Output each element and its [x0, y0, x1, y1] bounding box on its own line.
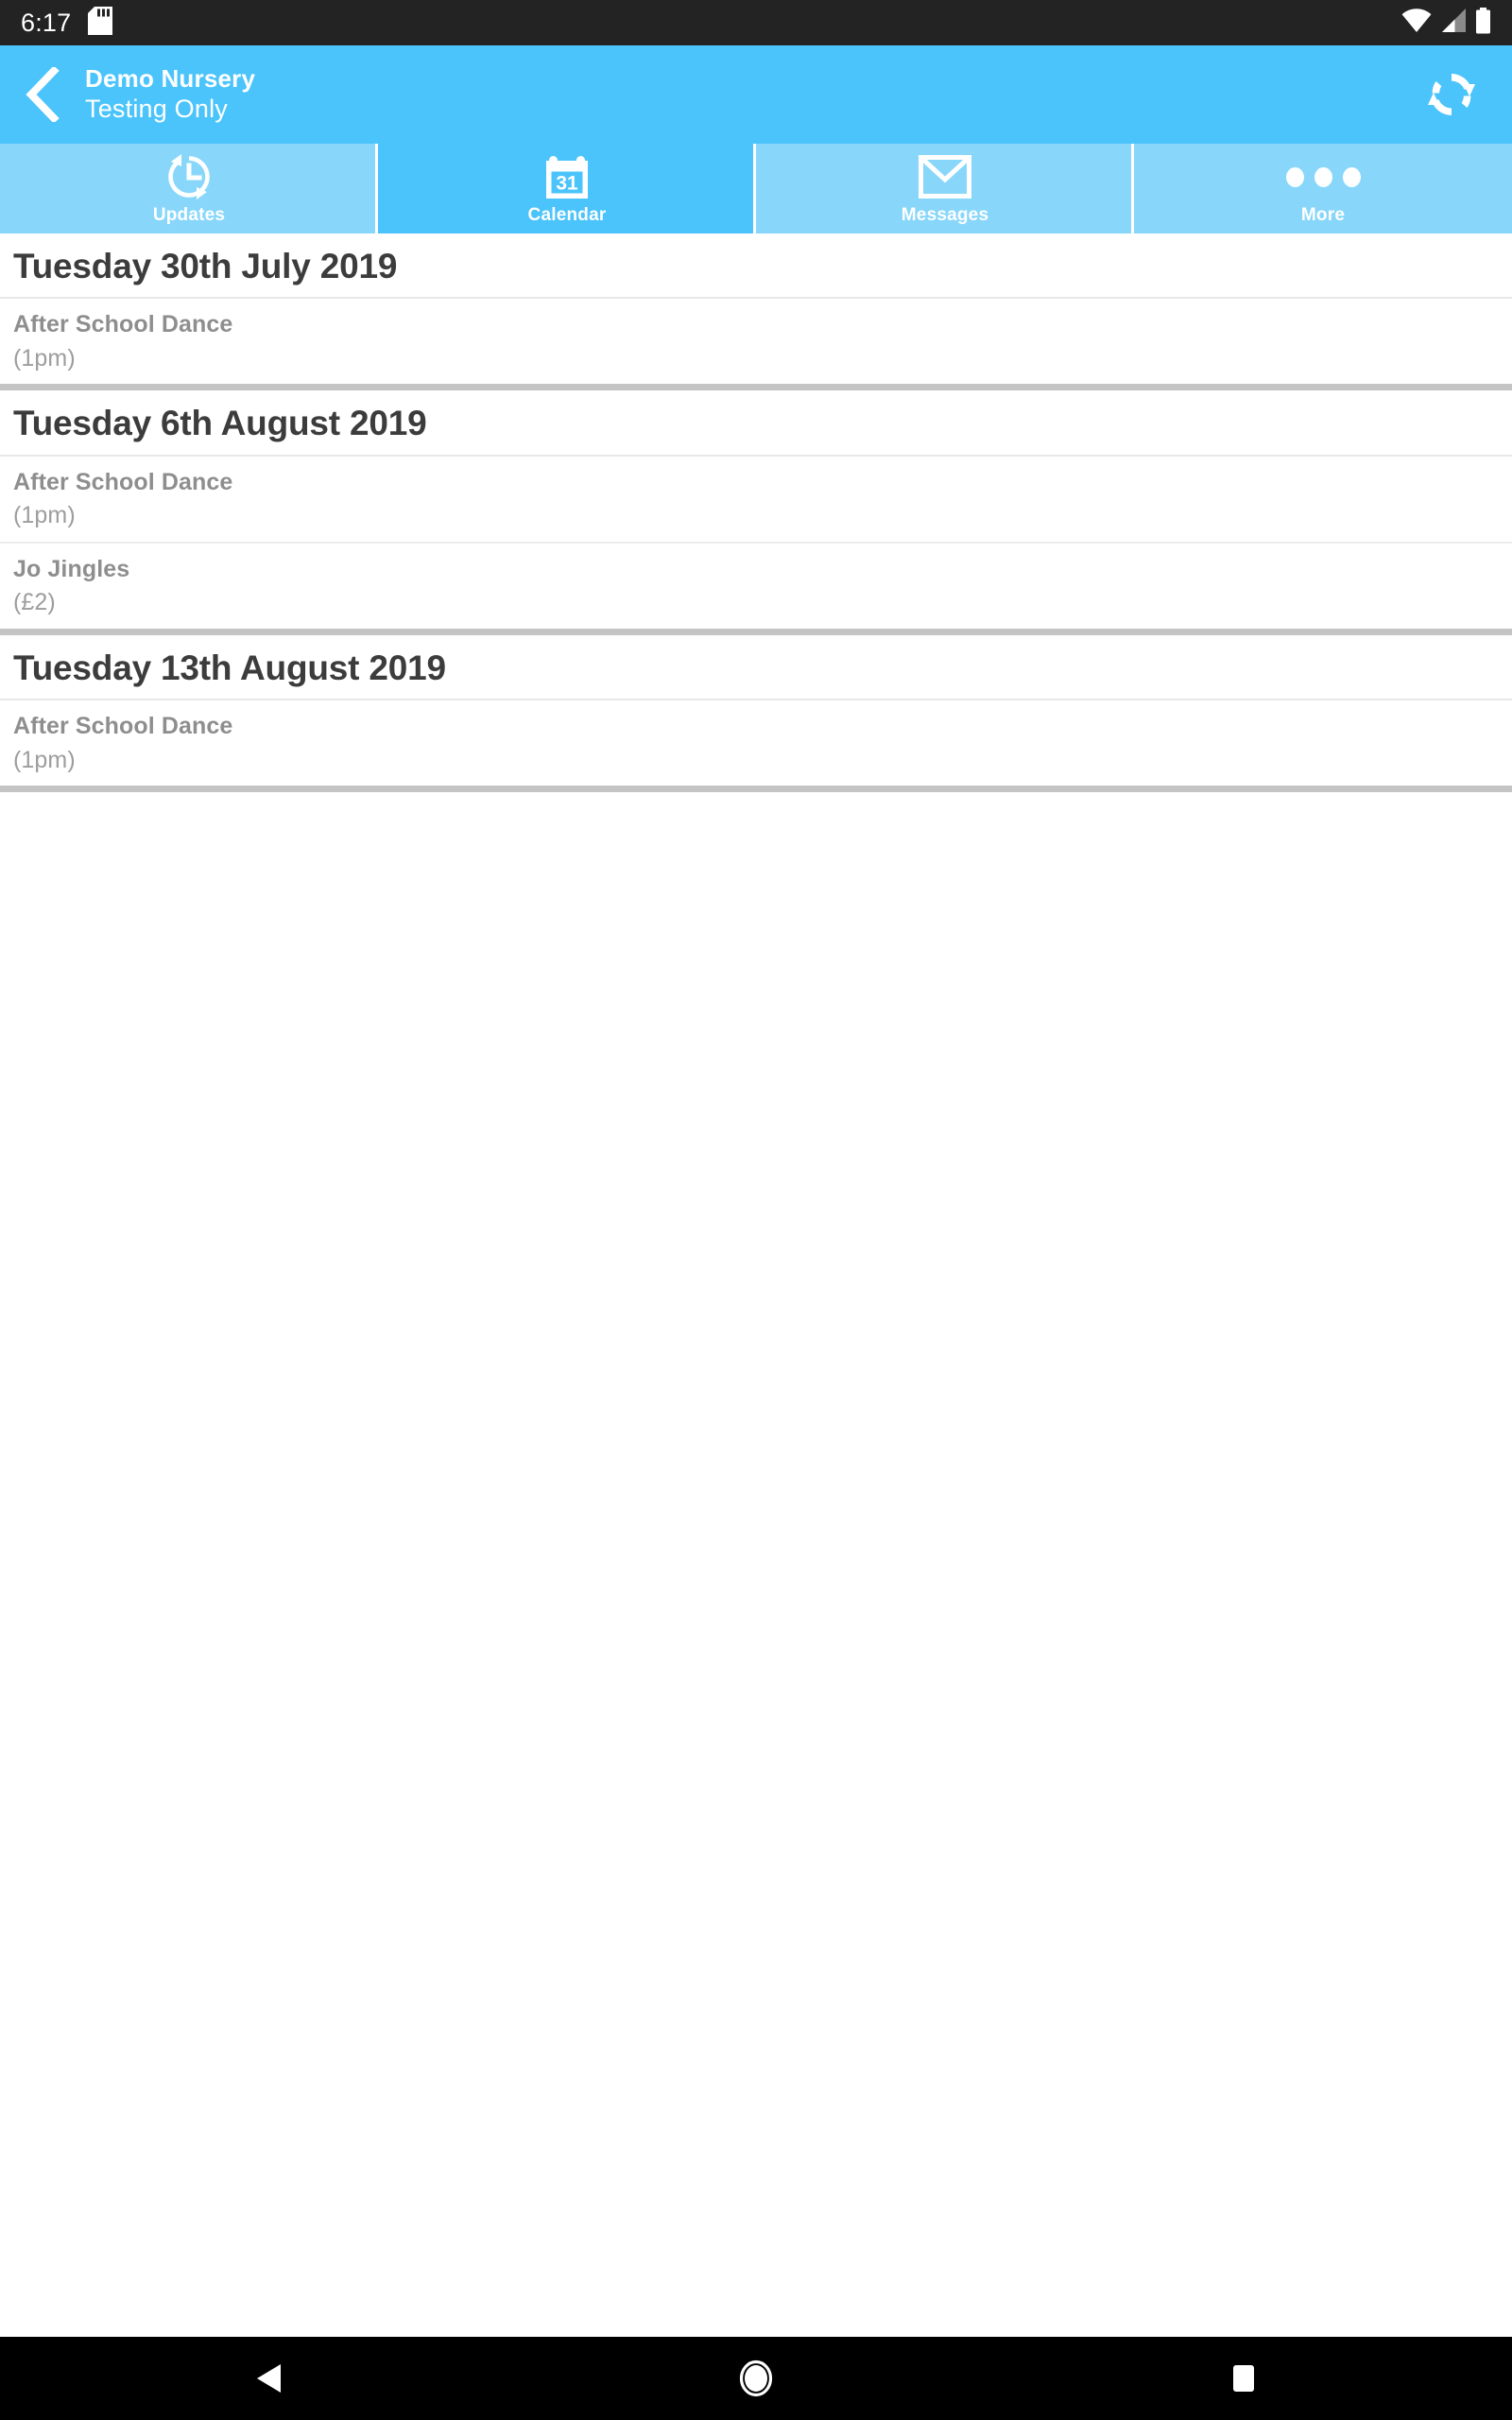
status-bar: 6:17: [0, 0, 1512, 45]
cellular-signal-icon: [1440, 8, 1467, 38]
home-circle-icon: [739, 2360, 773, 2397]
date-group-header: Tuesday 13th August 2019: [0, 635, 1512, 701]
nav-recents-button[interactable]: [1121, 2337, 1366, 2420]
history-clock-icon: [164, 153, 214, 200]
event-meta: (£2): [13, 589, 56, 616]
back-chevron-icon: [26, 67, 60, 122]
group-separator: [0, 786, 1512, 793]
nav-home-button[interactable]: [633, 2337, 879, 2420]
tab-calendar[interactable]: 31 Calendar: [378, 144, 756, 233]
event-title: After School Dance: [13, 468, 233, 495]
refresh-sync-icon: [1428, 74, 1475, 115]
back-triangle-icon: [257, 2364, 281, 2393]
tab-messages[interactable]: Messages: [756, 144, 1134, 233]
tab-updates[interactable]: Updates: [0, 144, 378, 233]
tab-bar: Updates 31 Calendar Messages More: [0, 144, 1512, 233]
calendar-31-icon: 31: [544, 153, 590, 200]
calendar-list: Tuesday 30th July 2019 After School Danc…: [0, 233, 1512, 793]
svg-text:31: 31: [556, 173, 578, 195]
ellipsis-icon: [1285, 153, 1361, 200]
event-title: After School Dance: [13, 713, 233, 740]
calendar-event-row[interactable]: Jo Jingles (£2): [0, 544, 1512, 629]
status-bar-left: 6:17: [21, 6, 113, 40]
status-clock: 6:17: [21, 8, 72, 37]
tab-label: Messages: [901, 205, 989, 225]
event-meta: (1pm): [13, 502, 76, 529]
date-group-header: Tuesday 6th August 2019: [0, 390, 1512, 457]
tab-more[interactable]: More: [1134, 144, 1512, 233]
page-title: Demo Nursery: [85, 64, 256, 94]
status-bar-right: [1401, 7, 1491, 39]
calendar-event-row[interactable]: After School Dance (1pm): [0, 457, 1512, 544]
android-nav-bar: [0, 2337, 1512, 2420]
wifi-icon: [1401, 8, 1432, 38]
calendar-event-row[interactable]: After School Dance (1pm): [0, 700, 1512, 786]
tab-label: Updates: [152, 205, 226, 225]
sd-card-icon: [88, 6, 113, 40]
tab-label: Calendar: [527, 205, 607, 225]
app-header: Demo Nursery Testing Only: [0, 45, 1512, 144]
group-separator: [0, 384, 1512, 391]
tab-label: More: [1300, 205, 1346, 225]
event-title: After School Dance: [13, 311, 233, 338]
event-meta: (1pm): [13, 344, 76, 372]
envelope-icon: [919, 153, 971, 200]
page-subtitle: Testing Only: [85, 94, 228, 123]
header-title-block: Demo Nursery Testing Only: [85, 64, 1416, 125]
calendar-event-row[interactable]: After School Dance (1pm): [0, 299, 1512, 384]
group-separator: [0, 628, 1512, 635]
refresh-button[interactable]: [1416, 59, 1487, 130]
event-meta: (1pm): [13, 746, 76, 773]
back-button[interactable]: [13, 60, 72, 129]
event-title: Jo Jingles: [13, 555, 130, 582]
nav-back-button[interactable]: [146, 2337, 391, 2420]
recents-square-icon: [1233, 2365, 1254, 2392]
date-group-header: Tuesday 30th July 2019: [0, 233, 1512, 300]
battery-icon: [1475, 7, 1491, 39]
